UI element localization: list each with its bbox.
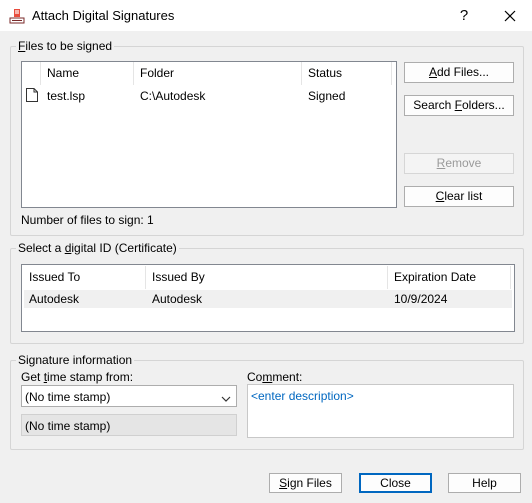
signature-app-icon <box>9 8 25 24</box>
clear-list-button[interactable]: Clear list <box>404 186 514 207</box>
remove-button[interactable]: Remove <box>404 153 514 174</box>
close-window-button[interactable] <box>494 3 526 29</box>
comment-label: Comment: <box>247 370 303 384</box>
cert-expiration: 10/9/2024 <box>394 292 448 306</box>
window-title: Attach Digital Signatures <box>32 8 175 23</box>
sign-files-button[interactable]: Sign Files <box>269 473 342 493</box>
comment-placeholder: <enter description> <box>251 389 354 403</box>
cert-issued-by: Autodesk <box>152 292 203 306</box>
certificate-list[interactable]: Issued To Issued By Expiration Date Auto… <box>21 264 515 332</box>
close-icon <box>504 10 516 22</box>
help-button[interactable]: Help <box>448 473 521 493</box>
column-header-name[interactable]: Name <box>47 62 79 85</box>
timestamp-label: Get time stamp from: <box>21 370 134 384</box>
cert-issued-to: Autodesk <box>29 292 80 306</box>
column-header-status[interactable]: Status <box>308 62 342 85</box>
file-name: test.lsp <box>47 89 86 103</box>
column-header-issued-by[interactable]: Issued By <box>152 266 205 289</box>
column-header-issued-to[interactable]: Issued To <box>29 266 80 289</box>
table-row-selected[interactable]: Autodesk Autodesk 10/9/2024 <box>24 290 512 308</box>
files-count-text: Number of files to sign: 1 <box>21 213 154 227</box>
column-header-folder[interactable]: Folder <box>140 62 174 85</box>
signature-group-label: Signature information <box>16 353 135 367</box>
column-header-expiration[interactable]: Expiration Date <box>394 266 476 289</box>
files-group-label: Files to be signed <box>16 39 115 53</box>
file-icon <box>26 88 38 105</box>
close-button[interactable]: Close <box>359 473 432 493</box>
timestamp-dropdown[interactable]: (No time stamp) <box>21 385 237 407</box>
comment-field[interactable]: <enter description> <box>247 384 514 438</box>
search-folders-button[interactable]: Search Folders... <box>404 95 514 116</box>
table-row[interactable]: test.lsp C:\Autodesk Signed <box>22 86 396 106</box>
file-status: Signed <box>308 89 346 103</box>
chevron-down-icon <box>221 392 231 406</box>
add-files-button[interactable]: Add Files... <box>404 62 514 83</box>
help-question-button[interactable]: ? <box>448 3 480 29</box>
file-folder: C:\Autodesk <box>140 89 206 103</box>
digital-id-group-label: Select a digital ID (Certificate) <box>16 241 179 255</box>
files-list[interactable]: Name Folder Status test.lsp C:\Autodesk … <box>21 61 397 208</box>
timestamp-display-text: (No time stamp) <box>25 419 111 433</box>
timestamp-dropdown-value: (No time stamp) <box>25 390 111 404</box>
timestamp-display: (No time stamp) <box>21 414 237 436</box>
